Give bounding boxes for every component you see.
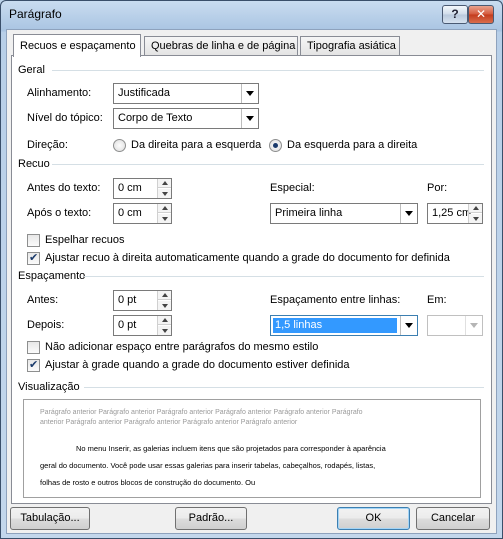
- spin-down-icon[interactable]: [469, 214, 482, 223]
- ltr-radio-label[interactable]: Da esquerda para a direita: [287, 139, 417, 151]
- preview-paragraph-line: geral do documento. Você pode usar essas…: [40, 461, 376, 470]
- tabs-button[interactable]: Tabulação...: [10, 507, 90, 530]
- outline-level-dropdown[interactable]: Corpo de Texto: [113, 108, 259, 129]
- auto-adjust-indent-checkbox[interactable]: [27, 251, 40, 265]
- tab-indents-spacing[interactable]: Recuos e espaçamento: [13, 34, 141, 57]
- preview-previous-paragraph-line: Parágrafo anterior Parágrafo anterior Pa…: [40, 409, 363, 416]
- indent-before-value: 0 cm: [118, 182, 142, 194]
- direction-label: Direção:: [27, 139, 68, 151]
- paragraph-dialog: Parágrafo ? ✕ Recuos e espaçamento Quebr…: [0, 0, 503, 539]
- section-general-label: Geral: [18, 64, 45, 76]
- snap-to-grid-label[interactable]: Ajustar à grade quando a grade do docume…: [45, 359, 350, 371]
- spacing-at-spinner[interactable]: [427, 315, 483, 336]
- chevron-down-icon: [400, 204, 417, 223]
- section-spacing-label: Espaçamento: [18, 270, 86, 282]
- separator: [84, 387, 484, 388]
- spacing-after-label: Depois:: [27, 319, 65, 331]
- separator: [52, 164, 484, 165]
- special-indent-dropdown[interactable]: Primeira linha: [270, 203, 418, 224]
- spacing-before-value: 0 pt: [118, 294, 137, 306]
- tab-panel: Geral Alinhamento: Justificada Nível do …: [11, 55, 492, 504]
- chevron-down-icon: [400, 316, 417, 335]
- preview-previous-paragraph-line: anterior Parágrafo anterior Parágrafo an…: [40, 419, 298, 426]
- indent-after-spinner[interactable]: 0 cm: [113, 203, 172, 224]
- section-indent-label: Recuo: [18, 158, 50, 170]
- no-space-same-style-label[interactable]: Não adicionar espaço entre parágrafos do…: [45, 341, 318, 353]
- spin-down-icon[interactable]: [158, 189, 171, 198]
- preview-paragraph-line: No menu Inserir, as galerias incluem ite…: [76, 444, 386, 453]
- rtl-radio[interactable]: [113, 139, 126, 152]
- spin-down-icon[interactable]: [158, 326, 171, 335]
- special-indent-value: Primeira linha: [275, 207, 343, 219]
- indent-after-label: Após o texto:: [27, 207, 92, 219]
- indent-by-label: Por:: [427, 182, 448, 194]
- alignment-label: Alinhamento:: [27, 87, 92, 99]
- alignment-dropdown[interactable]: Justificada: [113, 83, 259, 104]
- section-preview-label: Visualização: [18, 381, 80, 393]
- ok-button[interactable]: OK: [337, 507, 410, 530]
- spin-up-icon[interactable]: [158, 179, 171, 188]
- spin-down-icon[interactable]: [158, 301, 171, 310]
- rtl-radio-label[interactable]: Da direita para a esquerda: [131, 139, 261, 151]
- paragraph-preview: Parágrafo anterior Parágrafo anterior Pa…: [23, 399, 481, 498]
- line-spacing-label: Espaçamento entre linhas:: [270, 294, 401, 306]
- tab-line-page-breaks[interactable]: Quebras de linha e de página: [144, 36, 298, 56]
- indent-before-spinner[interactable]: 0 cm: [113, 178, 172, 199]
- indent-after-value: 0 cm: [118, 207, 142, 219]
- spacing-before-label: Antes:: [27, 294, 59, 306]
- tab-asian-typography[interactable]: Tipografia asiática: [300, 36, 400, 56]
- chevron-down-icon: [241, 84, 258, 103]
- spin-up-icon[interactable]: [469, 204, 482, 213]
- line-spacing-dropdown[interactable]: 1,5 linhas: [270, 315, 418, 336]
- no-space-same-style-checkbox[interactable]: [27, 341, 40, 354]
- chevron-down-icon: [241, 109, 258, 128]
- separator: [84, 276, 484, 277]
- title-bar[interactable]: Parágrafo ? ✕: [1, 1, 502, 29]
- ltr-radio[interactable]: [269, 139, 282, 152]
- indent-by-value: 1,25 cm: [432, 207, 472, 219]
- spacing-before-spinner[interactable]: 0 pt: [113, 290, 172, 311]
- mirror-indents-checkbox[interactable]: [27, 234, 40, 247]
- cancel-button[interactable]: Cancelar: [416, 507, 490, 530]
- special-label: Especial:: [270, 182, 315, 194]
- help-button[interactable]: ?: [442, 5, 468, 24]
- spacing-after-value: 0 pt: [118, 319, 137, 331]
- spacing-after-spinner[interactable]: 0 pt: [113, 315, 172, 336]
- outline-level-value: Corpo de Texto: [118, 112, 193, 124]
- dialog-body: Recuos e espaçamento Quebras de linha e …: [6, 29, 497, 534]
- indent-before-label: Antes do texto:: [27, 182, 101, 194]
- spin-up-icon[interactable]: [158, 316, 171, 325]
- spin-up-icon[interactable]: [158, 204, 171, 213]
- spacing-at-label: Em:: [427, 294, 447, 306]
- set-as-default-button[interactable]: Padrão...: [175, 507, 247, 530]
- separator: [52, 70, 484, 71]
- preview-paragraph-line: folhas de rosto e outros blocos de const…: [40, 478, 256, 487]
- spin-icon: [465, 316, 482, 335]
- auto-adjust-indent-label[interactable]: Ajustar recuo à direita automaticamente …: [45, 252, 450, 264]
- spin-up-icon[interactable]: [158, 291, 171, 300]
- indent-by-spinner[interactable]: 1,25 cm: [427, 203, 483, 224]
- dialog-title: Parágrafo: [9, 7, 62, 21]
- snap-to-grid-checkbox[interactable]: [27, 358, 40, 372]
- mirror-indents-label[interactable]: Espelhar recuos: [45, 234, 125, 246]
- line-spacing-value: 1,5 linhas: [273, 318, 397, 333]
- close-button[interactable]: ✕: [468, 5, 494, 24]
- spin-down-icon[interactable]: [158, 214, 171, 223]
- outline-level-label: Nível do tópico:: [27, 112, 103, 124]
- alignment-value: Justificada: [118, 87, 170, 99]
